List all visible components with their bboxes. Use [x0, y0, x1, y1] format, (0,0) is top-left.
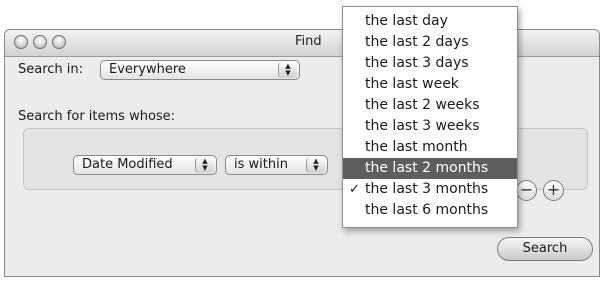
window-title: Find — [295, 34, 322, 49]
menu-item-label: the last day — [365, 13, 448, 29]
menu-item[interactable]: the last week — [343, 74, 517, 95]
popup-arrows-icon: ▲ ▼ — [306, 157, 325, 173]
menu-item[interactable]: ✓ the last 3 months — [343, 179, 517, 200]
menu-item[interactable]: the last 2 weeks — [343, 95, 517, 116]
menu-item-label: the last 3 weeks — [365, 118, 480, 134]
menu-item[interactable]: the last 3 weeks — [343, 116, 517, 137]
search-button[interactable]: Search — [497, 237, 593, 261]
search-location-value: Everywhere — [109, 62, 186, 77]
search-in-label: Search in: — [18, 62, 84, 77]
add-criteria-button[interactable]: + — [543, 180, 564, 201]
menu-item-label: the last week — [365, 76, 459, 92]
menu-item-label: the last 3 days — [365, 55, 469, 71]
operator-value: is within — [234, 157, 288, 172]
minus-icon: − — [519, 180, 534, 199]
checkmark-icon: ✓ — [349, 182, 360, 197]
time-range-menu: the last day the last 2 days the last 3 da… — [342, 6, 518, 228]
menu-item-label: the last 3 months — [365, 181, 489, 197]
popup-arrows-icon: ▲ ▼ — [195, 157, 214, 173]
screen: Find Search in: Everywhere ▲ ▼ Search for… — [0, 0, 606, 281]
plus-icon: + — [546, 180, 561, 199]
menu-item[interactable]: the last 2 days — [343, 32, 517, 53]
search-location-popup[interactable]: Everywhere ▲ ▼ — [100, 60, 300, 80]
popup-arrows-icon: ▲ ▼ — [278, 62, 297, 78]
menu-item-label: the last 2 days — [365, 34, 469, 50]
menu-item[interactable]: the last day — [343, 11, 517, 32]
menu-item[interactable]: the last 6 months — [343, 200, 517, 221]
operator-popup[interactable]: is within ▲ ▼ — [225, 155, 328, 175]
menu-item[interactable]: the last 2 months — [343, 158, 517, 179]
attribute-popup[interactable]: Date Modified ▲ ▼ — [73, 155, 217, 175]
menu-item[interactable]: the last month — [343, 137, 517, 158]
menu-item-label: the last 6 months — [365, 202, 489, 218]
close-window-button[interactable] — [14, 35, 28, 49]
menu-item[interactable]: the last 3 days — [343, 53, 517, 74]
menu-item-label: the last month — [365, 139, 468, 155]
menu-item-label: the last 2 months — [365, 160, 489, 176]
minimize-window-button[interactable] — [33, 35, 47, 49]
zoom-window-button[interactable] — [52, 35, 66, 49]
search-for-label: Search for items whose: — [18, 109, 176, 124]
menu-item-label: the last 2 weeks — [365, 97, 480, 113]
remove-criteria-button[interactable]: − — [516, 180, 537, 201]
attribute-value: Date Modified — [82, 157, 173, 172]
